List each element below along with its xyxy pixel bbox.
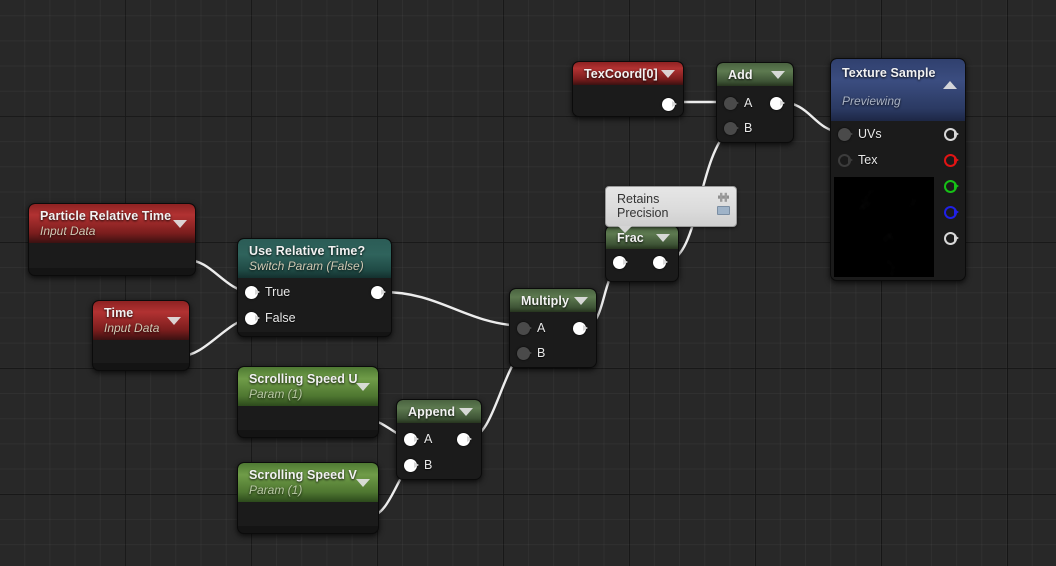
input-label-add-a: A [744,96,753,110]
input-label-false: False [265,311,296,325]
node-title: Append [408,405,456,419]
node-multiply[interactable]: Multiply A B [509,288,597,368]
node-subtitle: Switch Param (False) [249,259,364,273]
node-body [93,340,189,363]
node-body [29,243,195,268]
input-label-append-b: B [424,458,433,472]
node-header[interactable]: Particle Relative Time Input Data [29,204,195,243]
input-pin-true[interactable] [245,286,260,299]
chevron-down-icon[interactable] [661,69,675,78]
node-title: Multiply [521,294,570,308]
node-texture-sample[interactable]: Texture Sample Previewing UVs Tex [830,58,966,281]
output-pin-frac[interactable] [653,256,668,269]
input-label-tex: Tex [858,153,878,167]
node-header[interactable]: Scrolling Speed U Param (1) [238,367,378,406]
chevron-down-icon[interactable] [459,407,473,416]
node-use-relative-time[interactable]: Use Relative Time? Switch Param (False) … [237,238,392,337]
output-pin-a[interactable] [944,232,959,245]
input-label-true: True [265,285,291,299]
chevron-down-icon[interactable] [656,233,670,242]
node-title: Use Relative Time? [249,244,366,258]
node-title: Scrolling Speed V [249,468,357,482]
node-time[interactable]: Time Input Data [92,300,190,371]
node-scrolling-speed-v[interactable]: Scrolling Speed V Param (1) [237,462,379,534]
node-header[interactable]: Add [717,63,793,86]
node-header[interactable]: Multiply [510,289,596,312]
node-header[interactable]: Time Input Data [93,301,189,340]
input-pin-multiply-b[interactable] [517,347,532,360]
node-frac[interactable]: Frac [605,225,679,282]
node-body [238,502,378,526]
node-title: Scrolling Speed U [249,372,358,386]
node-title: Texture Sample [842,66,936,80]
chevron-down-icon[interactable] [574,296,588,305]
input-pin-append-b[interactable] [404,459,419,472]
output-pin-texcoord[interactable] [662,98,677,111]
input-label-multiply-b: B [537,346,546,360]
output-pin-use-relative-time[interactable] [371,286,386,299]
comment-bubble-retains-precision[interactable]: Retains Precision [605,186,737,233]
node-subtitle: Previewing [842,94,901,108]
node-title: Add [728,68,753,82]
node-texcoord[interactable]: TexCoord[0] [572,61,684,117]
output-pin-append[interactable] [457,433,472,446]
node-title: Frac [617,231,644,245]
pin-icon[interactable] [717,192,730,203]
bubble-tail [618,226,632,233]
output-pin-add[interactable] [770,97,785,110]
node-body [238,278,391,332]
output-pin-r[interactable] [944,154,959,167]
node-append[interactable]: Append A B [396,399,482,480]
node-title: TexCoord[0] [584,67,658,81]
node-header[interactable]: Use Relative Time? Switch Param (False) [238,239,391,278]
input-pin-uvs[interactable] [838,128,853,141]
node-header[interactable]: Scrolling Speed V Param (1) [238,463,378,502]
chevron-down-icon[interactable] [167,316,181,325]
node-header[interactable]: Texture Sample Previewing [831,59,965,121]
input-label-add-b: B [744,121,753,135]
node-subtitle: Param (1) [249,387,303,401]
node-subtitle: Input Data [104,321,160,335]
output-pin-b[interactable] [944,206,959,219]
node-particle-relative-time[interactable]: Particle Relative Time Input Data [28,203,196,276]
output-pin-multiply[interactable] [573,322,588,335]
output-pin-rgb[interactable] [944,128,959,141]
node-scrolling-speed-u[interactable]: Scrolling Speed U Param (1) [237,366,379,438]
chevron-down-icon[interactable] [356,382,370,391]
input-pin-tex[interactable] [838,154,853,167]
input-pin-false[interactable] [245,312,260,325]
input-label-uvs: UVs [858,127,882,141]
node-header[interactable]: Frac [606,226,678,249]
chevron-down-icon[interactable] [356,478,370,487]
node-subtitle: Param (1) [249,483,303,497]
chevron-down-icon[interactable] [771,70,785,79]
input-label-multiply-a: A [537,321,546,335]
node-header[interactable]: Append [397,400,481,423]
input-pin-frac[interactable] [613,256,628,269]
comment-text: Retains Precision [617,192,669,220]
input-pin-append-a[interactable] [404,433,419,446]
texture-preview-thumbnail[interactable] [834,177,934,277]
node-add[interactable]: Add A B [716,62,794,143]
node-title: Particle Relative Time [40,209,172,223]
input-pin-add-a[interactable] [724,97,739,110]
input-pin-multiply-a[interactable] [517,322,532,335]
node-header[interactable]: TexCoord[0] [573,62,683,85]
chevron-down-icon[interactable] [173,219,187,228]
input-label-append-a: A [424,432,433,446]
output-pin-g[interactable] [944,180,959,193]
node-subtitle: Input Data [40,224,96,238]
input-pin-add-b[interactable] [724,122,739,135]
chevron-up-icon[interactable] [943,81,957,89]
node-body [238,406,378,430]
keyboard-icon [717,206,730,215]
node-title: Time [104,306,134,320]
